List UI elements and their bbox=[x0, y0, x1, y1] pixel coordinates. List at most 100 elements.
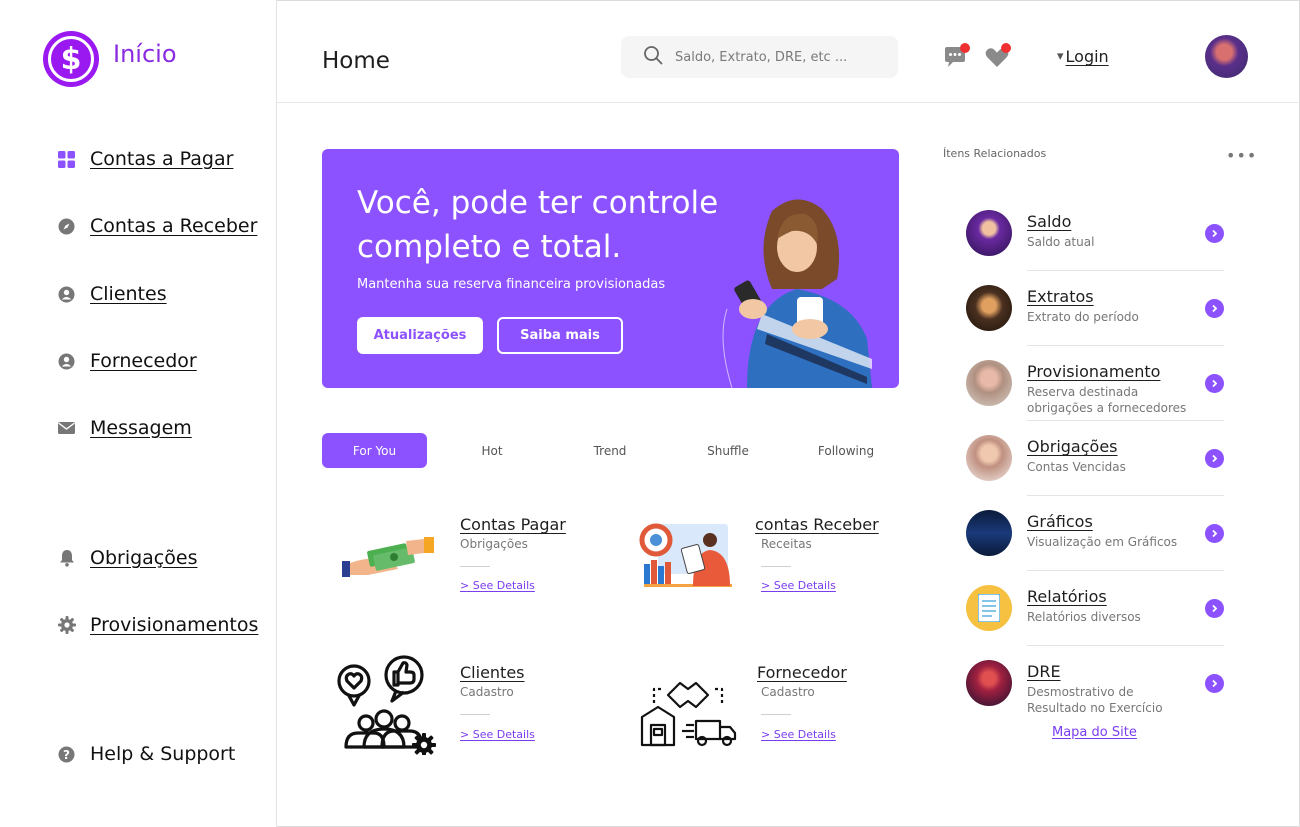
related-item-name: Provisionamento bbox=[1027, 362, 1161, 381]
thumbnail bbox=[966, 435, 1012, 481]
more-options-icon[interactable]: ••• bbox=[1226, 146, 1257, 165]
divider bbox=[1027, 270, 1224, 271]
chevron-right-icon[interactable] bbox=[1205, 224, 1224, 243]
card-subtitle: Cadastro bbox=[761, 685, 815, 699]
login-link[interactable]: ▾ Login bbox=[1057, 47, 1109, 66]
brand-title[interactable]: Início bbox=[113, 40, 177, 68]
related-item-desc: Contas Vencidas bbox=[1027, 460, 1126, 474]
sitemap-link[interactable]: Mapa do Site bbox=[1052, 725, 1137, 740]
thumbnail bbox=[966, 285, 1012, 331]
related-item-desc: Reserva destinada obrigações a fornecedo… bbox=[1027, 385, 1187, 415]
notification-dot bbox=[1001, 43, 1011, 53]
see-details-link[interactable]: > See Details bbox=[761, 579, 836, 592]
gear-icon bbox=[57, 616, 76, 635]
chevron-right-icon[interactable] bbox=[1205, 674, 1224, 693]
caret-down-icon: ▾ bbox=[1057, 49, 1064, 64]
divider bbox=[1027, 570, 1224, 571]
sidebar-item-provisionamentos[interactable]: Provisionamentos bbox=[57, 614, 258, 636]
updates-button[interactable]: Atualizações bbox=[357, 317, 483, 354]
thumbnail bbox=[966, 360, 1012, 406]
sidebar-item-fornecedor[interactable]: Fornecedor bbox=[57, 350, 197, 372]
related-item-provisionamento[interactable]: Provisionamento Reserva destinada obriga… bbox=[966, 360, 1224, 435]
sidebar: $ Início Contas a Pagar Contas a Receber… bbox=[0, 0, 277, 827]
related-items-title: Ítens Relacionados bbox=[943, 147, 1047, 160]
card-title-contas-receber[interactable]: contas Receber bbox=[755, 515, 879, 534]
help-icon: ? bbox=[57, 745, 76, 764]
sidebar-item-contas-a-receber[interactable]: Contas a Receber bbox=[57, 215, 257, 237]
sidebar-item-help-support[interactable]: ? Help & Support bbox=[57, 743, 235, 765]
compass-icon bbox=[57, 217, 76, 236]
sidebar-item-messagem[interactable]: Messagem bbox=[57, 417, 192, 439]
card-subtitle: Cadastro bbox=[460, 685, 514, 699]
tab-shuffle[interactable]: Shuffle bbox=[688, 433, 768, 468]
login-label: Login bbox=[1065, 47, 1109, 66]
sidebar-item-label: Provisionamentos bbox=[90, 614, 259, 636]
user-circle-icon bbox=[57, 285, 76, 304]
see-details-link[interactable]: > See Details bbox=[761, 728, 836, 741]
related-item-name: Gráficos bbox=[1027, 512, 1093, 531]
messages-button[interactable] bbox=[943, 43, 970, 70]
related-item-desc: Extrato do período bbox=[1027, 310, 1139, 324]
see-details-link[interactable]: > See Details bbox=[460, 728, 535, 741]
hero-title: Você, pode ter controle completo e total… bbox=[357, 185, 719, 265]
see-details-link[interactable]: > See Details bbox=[460, 579, 535, 592]
card-subtitle: Obrigações bbox=[460, 537, 528, 551]
tab-trend[interactable]: Trend bbox=[570, 433, 650, 468]
feed-tabs: For You Hot Trend Shuffle Following bbox=[322, 433, 899, 468]
receipts-illustration bbox=[639, 523, 732, 587]
divider bbox=[1027, 345, 1224, 346]
svg-text:?: ? bbox=[63, 747, 70, 761]
tab-following[interactable]: Following bbox=[806, 433, 886, 468]
notification-dot bbox=[960, 43, 970, 53]
chevron-right-icon[interactable] bbox=[1205, 524, 1224, 543]
header-divider bbox=[277, 102, 1300, 103]
page-title: Home bbox=[322, 48, 390, 74]
favorites-button[interactable] bbox=[984, 43, 1011, 70]
card-title-clientes[interactable]: Clientes bbox=[460, 663, 525, 682]
chevron-right-icon[interactable] bbox=[1205, 299, 1224, 318]
mail-icon bbox=[57, 419, 76, 438]
thumbnail bbox=[966, 210, 1012, 256]
related-item-saldo[interactable]: Saldo Saldo atual bbox=[966, 210, 1224, 285]
thumbnail bbox=[966, 660, 1012, 706]
sidebar-item-label: Fornecedor bbox=[90, 350, 197, 372]
hero-subtitle: Mantenha sua reserva financeira provisio… bbox=[357, 277, 666, 292]
sidebar-item-obrigacoes[interactable]: Obrigações bbox=[57, 547, 197, 569]
related-item-name: Obrigações bbox=[1027, 437, 1118, 456]
tab-hot[interactable]: Hot bbox=[452, 433, 532, 468]
card-divider bbox=[460, 566, 490, 567]
related-item-graficos[interactable]: Gráficos Visualização em Gráficos bbox=[966, 510, 1224, 585]
grid-icon bbox=[57, 150, 76, 169]
tab-for-you[interactable]: For You bbox=[322, 433, 427, 468]
sidebar-item-clientes[interactable]: Clientes bbox=[57, 283, 167, 305]
supplier-logistics-icon bbox=[640, 681, 737, 747]
related-item-relatorios[interactable]: Relatórios Relatórios diversos bbox=[966, 585, 1224, 660]
related-item-extratos[interactable]: Extratos Extrato do período bbox=[966, 285, 1224, 360]
search-box[interactable] bbox=[621, 36, 898, 78]
thumbnail bbox=[966, 510, 1012, 556]
related-item-obrigacoes[interactable]: Obrigações Contas Vencidas bbox=[966, 435, 1224, 510]
divider bbox=[1027, 420, 1224, 421]
report-document-icon bbox=[966, 585, 1012, 631]
card-title-fornecedor[interactable]: Fornecedor bbox=[757, 663, 847, 682]
avatar[interactable] bbox=[1205, 35, 1248, 78]
related-item-dre[interactable]: DRE Desmostrativo de Resultado no Exercí… bbox=[966, 660, 1224, 735]
chevron-right-icon[interactable] bbox=[1205, 599, 1224, 618]
related-item-name: Saldo bbox=[1027, 212, 1072, 231]
card-divider bbox=[761, 714, 791, 715]
sidebar-item-label: Help & Support bbox=[90, 743, 236, 765]
dollar-logo-icon[interactable]: $ bbox=[43, 31, 99, 87]
chat-bubble-icon bbox=[943, 47, 969, 74]
chevron-right-icon[interactable] bbox=[1205, 449, 1224, 468]
search-input[interactable] bbox=[675, 49, 875, 65]
bell-icon bbox=[57, 549, 76, 568]
related-item-name: Relatórios bbox=[1027, 587, 1107, 606]
card-divider bbox=[761, 566, 791, 567]
related-item-desc: Saldo atual bbox=[1027, 235, 1095, 249]
divider bbox=[1027, 645, 1224, 646]
card-title-contas-pagar[interactable]: Contas Pagar bbox=[460, 515, 566, 534]
sidebar-item-contas-a-pagar[interactable]: Contas a Pagar bbox=[57, 148, 233, 170]
chevron-right-icon[interactable] bbox=[1205, 374, 1224, 393]
learn-more-button[interactable]: Saiba mais bbox=[497, 317, 623, 354]
heart-icon bbox=[984, 48, 1010, 74]
